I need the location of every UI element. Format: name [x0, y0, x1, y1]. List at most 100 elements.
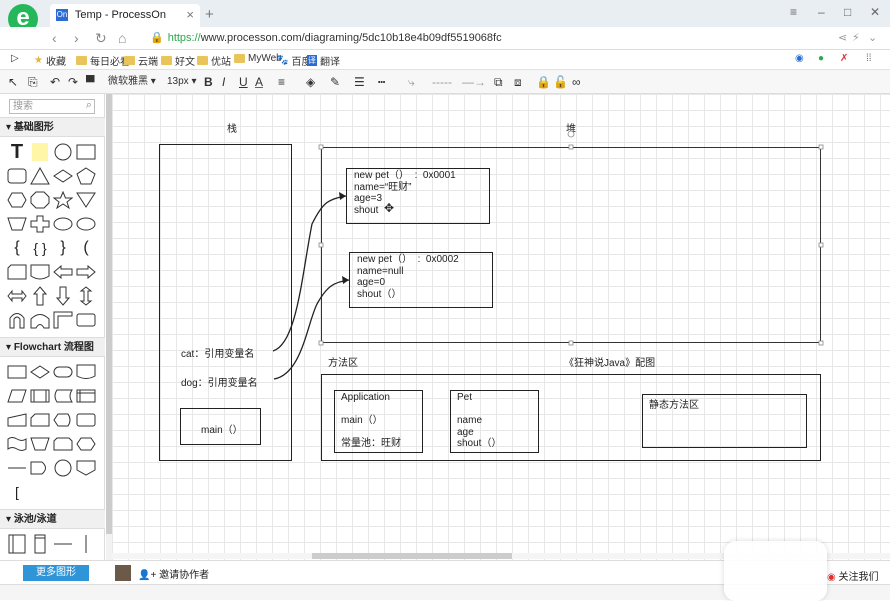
decision-shape-icon[interactable]	[29, 360, 51, 384]
arrow-double-shape-icon[interactable]	[6, 284, 28, 308]
reload-icon[interactable]: ↻	[95, 30, 107, 47]
hexagon-flow-shape-icon[interactable]	[75, 432, 97, 456]
inverted-triangle-shape-icon[interactable]	[75, 188, 97, 212]
font-size-select[interactable]: 13px ▾	[167, 74, 197, 90]
new-tab-icon[interactable]: +	[205, 6, 214, 23]
wechat-icon[interactable]: ●	[818, 53, 824, 64]
diagram-canvas[interactable]: 栈 cat：引用变量名 dog：引用变量名 main（） 堆 new pet（）…	[112, 94, 890, 560]
punched-tape-shape-icon[interactable]	[6, 432, 28, 456]
home-icon[interactable]: ⌂	[118, 30, 126, 46]
flash-icon[interactable]: ⚡	[852, 31, 860, 44]
canvas-scroll-thumb[interactable]	[312, 553, 512, 559]
application-class-box[interactable]: Application main（） 常量池：旺财	[334, 390, 423, 453]
fill-color-icon[interactable]: ◈	[306, 74, 315, 90]
terminator-shape-icon[interactable]	[52, 360, 74, 384]
bring-front-icon[interactable]: ⧉	[494, 74, 503, 90]
line-style-icon[interactable]: ┅	[378, 74, 385, 90]
lane-divider-v-shape-icon[interactable]	[75, 532, 97, 556]
extension-icon[interactable]: ◉	[795, 53, 804, 64]
annotation-shape-icon[interactable]: [	[6, 480, 28, 504]
follow-us-button[interactable]: ◉ 关注我们	[827, 568, 879, 583]
main-method-box[interactable]: main（）	[180, 408, 261, 445]
maximize-icon[interactable]: □	[844, 5, 851, 19]
connector-type-icon[interactable]: ⤷	[408, 74, 415, 90]
arch-shape-icon[interactable]	[29, 308, 51, 332]
lock-shape-icon[interactable]: 🔒	[536, 74, 551, 90]
display-shape-icon[interactable]	[52, 408, 74, 432]
wave-shape-icon[interactable]	[29, 260, 51, 284]
ellipse-shape-icon[interactable]	[75, 212, 97, 236]
share-icon[interactable]: ⋖	[838, 31, 847, 44]
floating-feedback-widget[interactable]	[724, 541, 827, 601]
avatar[interactable]	[115, 565, 131, 581]
arrow-updown-shape-icon[interactable]	[75, 284, 97, 308]
menu-icon[interactable]: ≡	[790, 5, 797, 19]
off-page-shape-icon[interactable]	[75, 456, 97, 480]
bookmark-sites[interactable]: 优站	[197, 53, 231, 68]
pointer-icon[interactable]: ↖	[8, 74, 18, 90]
browser-tab[interactable]: On Temp - ProcessOn ×	[50, 4, 200, 27]
arrow-up-shape-icon[interactable]	[29, 284, 51, 308]
subprocess-shape-icon[interactable]	[29, 384, 51, 408]
bookmark-cloud[interactable]: 云端	[124, 53, 158, 68]
delay-shape-icon[interactable]	[29, 456, 51, 480]
trapezoid-shape-icon[interactable]	[6, 212, 28, 236]
static-method-area-box[interactable]: 静态方法区	[642, 394, 807, 448]
note-shape-icon[interactable]	[29, 140, 51, 164]
invite-collaborator-button[interactable]: 👤+ 邀请协作者	[138, 566, 209, 581]
window-close-icon[interactable]: ✕	[870, 5, 880, 19]
lane-divider-h-shape-icon[interactable]	[52, 532, 74, 556]
preparation-shape-icon[interactable]	[75, 408, 97, 432]
arrow-down-shape-icon[interactable]	[52, 284, 74, 308]
sidebar-toggle-icon[interactable]: ▷	[11, 53, 19, 64]
brace-left-shape-icon[interactable]: {	[6, 236, 28, 260]
cross-shape-icon[interactable]	[29, 212, 51, 236]
brace-right-shape-icon[interactable]: }	[52, 236, 74, 260]
rectangle-shape-icon[interactable]	[75, 140, 97, 164]
section-swimlane[interactable]: ▾ 泳池/泳道	[0, 509, 105, 529]
pet-object-1[interactable]: new pet（） : 0x0001 name=“旺财” age=3 shout	[346, 168, 490, 224]
redo-icon[interactable]: ↷	[68, 74, 78, 90]
text-shape-icon[interactable]: T	[6, 140, 28, 164]
document-shape-icon[interactable]	[75, 360, 97, 384]
line-shape-icon[interactable]	[6, 456, 28, 480]
forward-icon[interactable]: ›	[74, 30, 79, 46]
grid-menu-icon[interactable]: ⁞⁞	[866, 53, 872, 64]
italic-button[interactable]: I	[222, 74, 225, 90]
internal-storage-shape-icon[interactable]	[75, 384, 97, 408]
line-pattern-icon[interactable]: -----	[432, 74, 452, 90]
section-flowchart[interactable]: ▾ Flowchart 流程图	[0, 337, 105, 357]
bookmark-daily[interactable]: 每日必看	[76, 53, 130, 68]
line-width-icon[interactable]: ☰	[354, 74, 365, 90]
pentagon-shape-icon[interactable]	[75, 164, 97, 188]
back-icon[interactable]: ‹	[52, 30, 57, 46]
diamond-shape-icon[interactable]	[52, 164, 74, 188]
bookmark-translate[interactable]: 译翻译	[307, 53, 340, 68]
u-turn-shape-icon[interactable]	[6, 308, 28, 332]
manual-input-shape-icon[interactable]	[6, 408, 28, 432]
bookmark-myweb[interactable]: MyWeb	[234, 53, 282, 64]
cloud-shape-icon[interactable]	[52, 212, 74, 236]
underline-button[interactable]: U	[239, 74, 248, 90]
section-basic-shapes[interactable]: ▾ 基础图形	[0, 117, 105, 137]
card-shape-icon[interactable]	[29, 408, 51, 432]
minimize-icon[interactable]: –	[818, 5, 825, 19]
line-color-icon[interactable]: ✎	[330, 74, 340, 90]
arrow-right-shape-icon[interactable]	[75, 260, 97, 284]
shape-search-input[interactable]: 搜索 ⌕	[9, 99, 95, 114]
address-bar[interactable]: 🔒 https://www.processon.com/diagraming/5d…	[150, 30, 820, 47]
hexagon-shape-icon[interactable]	[6, 188, 28, 212]
bold-button[interactable]: B	[204, 74, 213, 90]
search-icon[interactable]: ⌕	[86, 99, 92, 112]
pet-object-2[interactable]: new pet（） : 0x0002 name=null age=0 shout…	[349, 252, 493, 308]
bookmark-articles[interactable]: 好文	[161, 53, 195, 68]
stored-data-shape-icon[interactable]	[52, 384, 74, 408]
bracket-shape-icon[interactable]: (	[75, 236, 97, 260]
undo-icon[interactable]: ↶	[50, 74, 60, 90]
tools-icon[interactable]: ✗	[840, 53, 848, 64]
pet-class-box[interactable]: Pet name age shout（）	[450, 390, 539, 453]
rounded-rect-shape-icon[interactable]	[6, 164, 28, 188]
pool-horizontal-shape-icon[interactable]	[6, 532, 28, 556]
star-shape-icon[interactable]	[52, 188, 74, 212]
font-family-select[interactable]: 微软雅黑 ▾	[108, 74, 156, 90]
